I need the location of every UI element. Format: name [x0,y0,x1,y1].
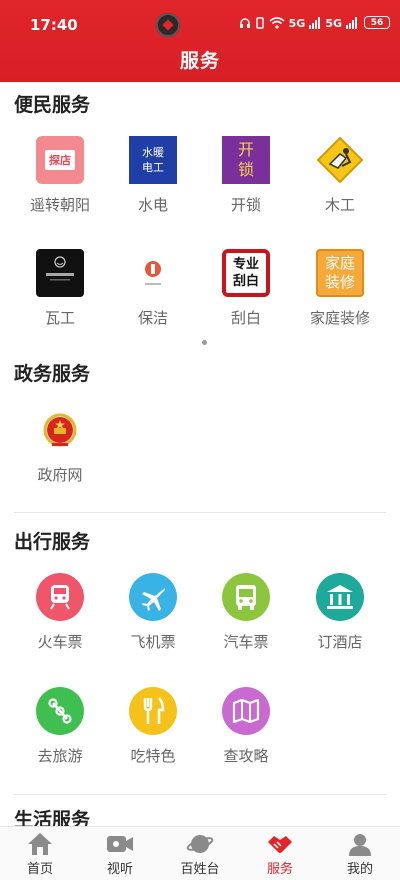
tiling-icon [36,249,84,297]
page-indicator [202,340,207,345]
signal-bars-icon [346,16,357,29]
tandian-shop-icon: 探店 [36,136,84,184]
unlock-icon: 开 锁 [222,136,270,184]
bus-icon [222,573,270,621]
airplane-icon [129,573,177,621]
service-label: 飞机票 [130,633,176,651]
national-emblem-icon [36,406,84,454]
service-item-flight-ticket[interactable]: 飞机票 [103,573,203,652]
service-label: 瓦工 [44,309,75,327]
hotel-icon [316,573,364,621]
tour-route-icon [36,687,84,735]
planet-icon [186,832,214,856]
headphones-icon [239,17,250,28]
user-icon [346,832,374,856]
wall-plastering-icon: 专业 刮白 [222,249,270,297]
nav-item-video[interactable]: 视听 [80,827,160,880]
service-label: 保洁 [137,309,168,327]
service-item-cleaning[interactable]: 保洁 [103,249,203,328]
signal-bars-icon [309,16,321,29]
service-label: 木工 [324,196,355,214]
status-indicators: 5G 5G 56 [239,16,390,30]
service-item-bus-ticket[interactable]: 汽车票 [196,573,296,652]
service-item-water-electric[interactable]: 水暖 电工 水电 [103,136,203,215]
service-label: 水电 [137,196,168,214]
status-time: 17:40 [30,16,78,34]
service-label: 遥转朝阳 [29,196,90,214]
section-divider [14,794,386,795]
service-label: 吃特色 [130,747,176,765]
service-item-local-food[interactable]: 吃特色 [103,687,203,766]
signal-strength-1: 5G [288,16,306,30]
nav-item-baixing[interactable]: 百姓台 [160,827,240,880]
nav-item-service[interactable]: 服务 [240,827,320,880]
nav-item-home[interactable]: 首页 [0,827,80,880]
nav-label: 百姓台 [180,862,220,877]
nav-label: 视听 [106,862,133,877]
bottom-navigation: 首页 视听 百姓台 服务 我的 [0,826,400,880]
service-item-carpentry[interactable]: 木工 [290,136,390,215]
cutlery-icon [129,687,177,735]
wifi-icon [269,16,285,29]
handshake-icon [266,832,294,856]
nav-label: 服务 [266,862,293,877]
service-item-unlock[interactable]: 开 锁 开锁 [196,136,296,215]
service-label: 政府网 [37,466,83,484]
service-item-yaozhuan-chaoyang[interactable]: 探店 遥转朝阳 [10,136,110,215]
service-label: 火车票 [37,633,83,651]
section-title-convenience: 便民服务 [14,94,91,116]
status-bar: 17:40 5G 5G 56 [0,0,400,40]
home-icon [26,832,54,856]
service-item-government-site[interactable]: 政府网 [10,406,110,485]
service-label: 去旅游 [37,747,83,765]
service-label: 家庭装修 [309,309,370,327]
plumbing-electric-icon: 水暖 电工 [129,136,177,184]
service-item-tiling[interactable]: 瓦工 [10,249,110,328]
service-item-travel-guide[interactable]: 查攻略 [196,687,296,766]
service-item-hotel-booking[interactable]: 订酒店 [290,573,390,652]
service-label: 刮白 [230,309,261,327]
section-divider [14,512,386,513]
guide-map-icon [222,687,270,735]
battery-indicator: 56 [364,16,390,29]
carpentry-icon [316,136,364,184]
service-label: 汽车票 [223,633,269,651]
service-label: 查攻略 [223,747,269,765]
service-label: 订酒店 [317,633,363,651]
cleaning-icon [129,249,177,297]
train-icon [36,573,84,621]
page-title: 服务 [179,50,220,72]
signal-strength-2: 5G [325,16,342,30]
section-title-travel: 出行服务 [14,531,91,553]
service-label: 开锁 [230,196,261,214]
service-item-tourism[interactable]: 去旅游 [10,687,110,766]
app-header: 17:40 5G 5G 56 服务 [0,0,400,82]
video-camera-icon [106,832,134,856]
home-renovation-icon: 家庭 装修 [316,249,364,297]
nav-label: 首页 [26,862,53,877]
vibrate-icon [255,16,264,29]
section-title-government: 政务服务 [14,363,91,385]
nav-label: 我的 [346,862,373,877]
service-item-plastering[interactable]: 专业 刮白 刮白 [196,249,296,328]
service-item-home-renovation[interactable]: 家庭 装修 家庭装修 [290,249,390,328]
nav-item-profile[interactable]: 我的 [320,827,400,880]
app-notification-icon [156,13,180,37]
service-item-train-ticket[interactable]: 火车票 [10,573,110,652]
